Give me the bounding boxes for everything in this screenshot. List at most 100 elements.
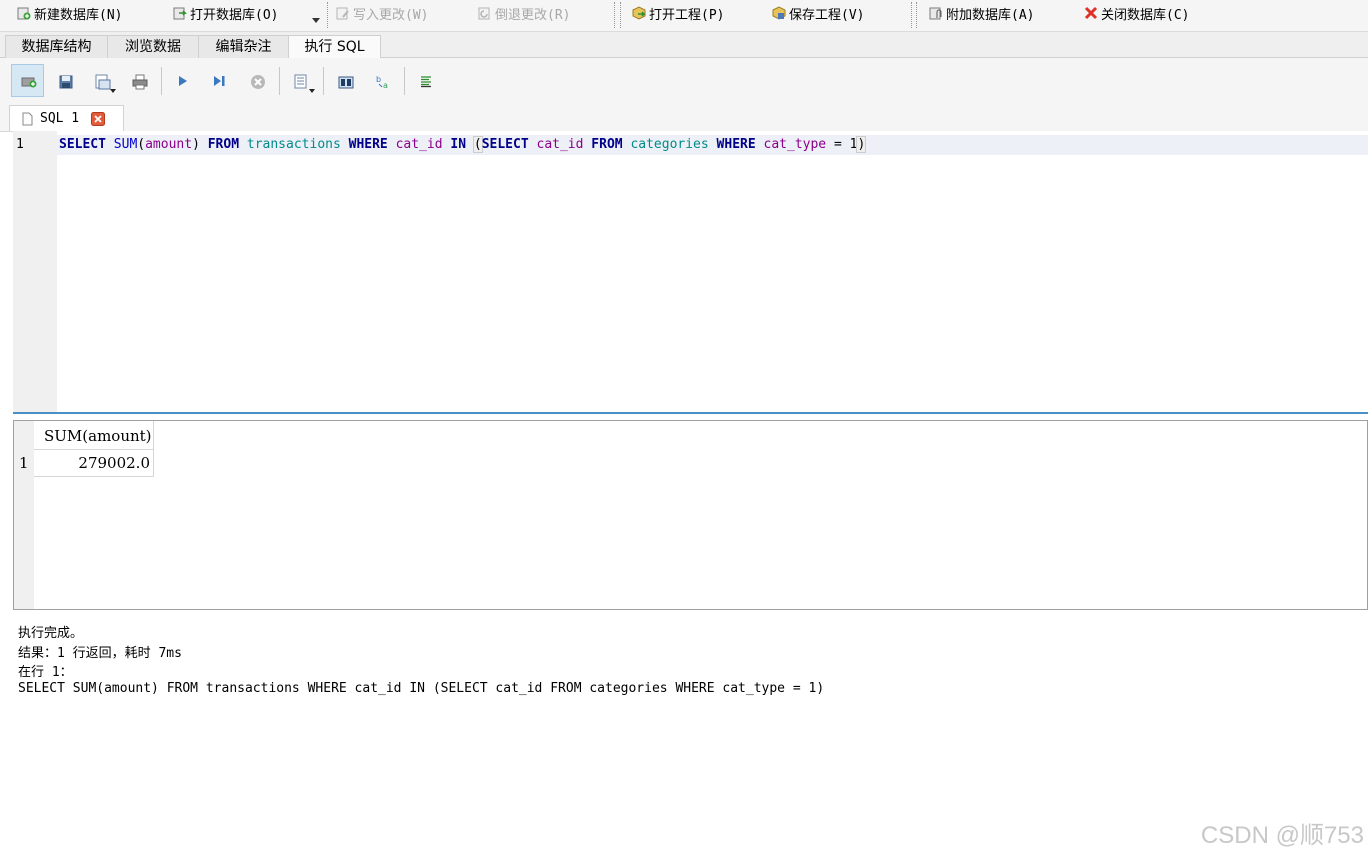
sql-toolbar: ba	[0, 58, 1368, 103]
tab-execute-sql[interactable]: 执行 SQL	[288, 35, 381, 59]
attach-database-label: 附加数据库(A)	[946, 7, 1035, 23]
print-icon	[132, 74, 147, 89]
sql-table: transactions	[246, 137, 341, 152]
sql-punctuation: )	[192, 137, 200, 152]
save-dropdown-icon[interactable]	[110, 89, 116, 93]
save-project-button[interactable]: 保存工程(V)	[772, 3, 864, 23]
sql-tab-label: SQL 1	[40, 111, 80, 126]
new-database-label: 新建数据库(N)	[34, 7, 123, 23]
open-sql-file-button[interactable]	[48, 64, 81, 97]
sql-operator: =	[833, 137, 842, 152]
row-number: 1	[19, 454, 29, 472]
result-summary: 结果：1 行返回，耗时 7ms	[18, 646, 182, 661]
sql-keyword: FROM	[591, 137, 623, 152]
results-view-icon	[294, 74, 308, 88]
executed-query: SELECT SUM(amount) FROM transactions WHE…	[18, 681, 825, 696]
editor-results-splitter[interactable]	[13, 412, 1368, 414]
save-project-icon	[772, 6, 786, 20]
tab-browse-data[interactable]: 浏览数据	[107, 35, 199, 58]
open-project-button[interactable]: 打开工程(P)	[632, 3, 724, 23]
open-database-button[interactable]: 打开数据库(O)	[173, 3, 278, 23]
write-changes-label: 写入更改(W)	[353, 7, 429, 23]
sql-keyword: IN	[450, 137, 467, 152]
column-header[interactable]: SUM(amount)	[34, 421, 154, 450]
sql-keyword: FROM	[207, 137, 240, 152]
sql-tab-1[interactable]: SQL 1	[9, 105, 124, 131]
revert-changes-button[interactable]: 倒退更改(R)	[478, 3, 570, 23]
sql-table: categories	[630, 137, 709, 152]
write-changes-icon	[336, 6, 350, 20]
comment-toggle-button[interactable]	[409, 64, 442, 97]
toolbar-separator	[323, 67, 324, 95]
document-icon	[20, 112, 34, 126]
tab-edit-pragmas[interactable]: 编辑杂注	[198, 35, 289, 58]
close-database-label: 关闭数据库(C)	[1101, 7, 1190, 23]
find-replace-button[interactable]: ba	[365, 64, 398, 97]
save-icon	[95, 74, 110, 89]
revert-changes-icon	[478, 6, 492, 20]
close-database-button[interactable]: 关闭数据库(C)	[1084, 3, 1189, 23]
new-database-button[interactable]: 新建数据库(N)	[17, 3, 122, 23]
play-icon	[175, 74, 189, 88]
table-cell[interactable]: 279002.0	[34, 449, 154, 477]
attach-database-button[interactable]: 附加数据库(A)	[929, 3, 1034, 23]
folder-icon	[58, 74, 72, 88]
open-database-label: 打开数据库(O)	[190, 7, 279, 23]
sql-editor[interactable]: 1 SELECT SUM(amount) FROM transactions W…	[13, 131, 1368, 412]
main-toolbar: 新建数据库(N) 打开数据库(O) 写入更改(W) 倒退更改(R) 打开工程(P…	[0, 0, 1368, 32]
column-header-label: SUM(amount)	[44, 427, 152, 445]
sql-column: cat_id	[536, 137, 584, 152]
sql-editor-tabs: SQL 1	[0, 103, 1368, 132]
print-button[interactable]	[122, 64, 155, 97]
results-dropdown-icon[interactable]	[309, 89, 315, 93]
find-replace-icon: ba	[375, 74, 389, 90]
new-database-icon	[17, 6, 31, 20]
line-number-gutter: 1	[13, 131, 57, 412]
text-lines-icon	[419, 74, 433, 88]
sql-keyword: WHERE	[348, 137, 388, 152]
stop-execution-button[interactable]	[240, 64, 273, 97]
main-tabs: 数据库结构 浏览数据 编辑杂注 执行 SQL	[0, 32, 1368, 59]
toolbar-separator	[404, 67, 405, 95]
sql-keyword: WHERE	[716, 137, 756, 152]
cell-value: 279002.0	[78, 454, 150, 472]
toolbar-separator	[327, 2, 329, 28]
row-header-column	[14, 421, 34, 609]
save-project-label: 保存工程(V)	[789, 7, 865, 23]
execute-current-line-button[interactable]	[202, 64, 235, 97]
results-grid[interactable]: SUM(amount) 1 279002.0	[13, 420, 1368, 610]
svg-text:b: b	[376, 75, 381, 84]
open-tab-icon	[21, 74, 36, 88]
sql-bracket-match: )	[856, 136, 867, 153]
open-project-label: 打开工程(P)	[649, 7, 725, 23]
step-play-icon	[212, 74, 226, 88]
open-database-icon	[173, 6, 187, 20]
toolbar-separator	[614, 2, 616, 28]
revert-changes-label: 倒退更改(R)	[495, 7, 571, 23]
toolbar-separator	[279, 67, 280, 95]
tab-database-structure[interactable]: 数据库结构	[5, 35, 108, 58]
sql-column: cat_type	[763, 137, 827, 152]
sql-function: SUM	[113, 137, 138, 152]
find-button[interactable]	[328, 64, 361, 97]
sql-keyword: SELECT	[481, 137, 529, 152]
svg-text:a: a	[383, 81, 388, 90]
close-icon	[1084, 6, 1098, 20]
write-changes-button[interactable]: 写入更改(W)	[336, 3, 428, 23]
code-line[interactable]: SELECT SUM(amount) FROM transactions WHE…	[59, 136, 867, 153]
open-tab-button[interactable]	[11, 64, 44, 97]
toolbar-separator	[911, 2, 913, 28]
message-pane: 执行完成。 结果：1 行返回，耗时 7ms 在行 1： SELECT SUM(a…	[13, 618, 1368, 856]
toolbar-separator	[620, 2, 622, 28]
toolbar-separator	[161, 67, 162, 95]
stop-icon	[250, 74, 265, 89]
line-number: 1	[16, 137, 24, 152]
execute-all-button[interactable]	[165, 64, 198, 97]
binoculars-icon	[338, 74, 353, 88]
open-project-icon	[632, 6, 646, 20]
open-database-dropdown-icon[interactable]	[312, 18, 320, 23]
sql-keyword: SELECT	[59, 137, 106, 152]
sql-column: amount	[145, 137, 193, 152]
toolbar-separator	[916, 2, 918, 28]
close-tab-icon[interactable]	[91, 111, 106, 126]
